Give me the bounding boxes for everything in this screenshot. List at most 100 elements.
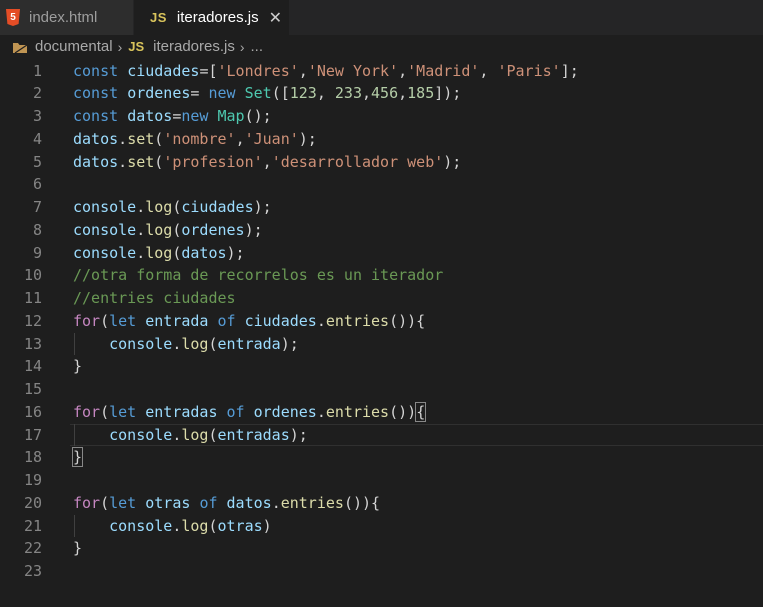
code-text: //otra forma de recorrelos es un iterado…: [73, 264, 443, 287]
code-line[interactable]: 23: [0, 560, 763, 583]
code-token: ciudades: [181, 198, 254, 216]
code-line[interactable]: 2 const ordenes= new Set([123, 233,456,18…: [0, 82, 763, 105]
code-line[interactable]: 12 for(let entrada of ciudades.entries())…: [0, 310, 763, 333]
code-text: datos.set('nombre','Juan');: [73, 128, 317, 151]
breadcrumb-more[interactable]: ...: [251, 38, 264, 55]
line-number: 9: [32, 243, 42, 262]
chevron-right-icon: ›: [239, 38, 245, 55]
code-token: =[: [199, 61, 218, 80]
code-line[interactable]: 20 for(let otras of datos.entries()){: [0, 492, 763, 515]
code-line[interactable]: 18}: [0, 446, 763, 469]
code-line[interactable]: 5 datos.set('profesion','desarrollador we…: [0, 151, 763, 174]
code-token: of: [217, 311, 236, 330]
code-token: 'Madrid': [407, 61, 480, 80]
code-token: 123: [289, 84, 317, 103]
code-line[interactable]: 6: [0, 173, 763, 196]
code-token: entradas: [217, 425, 290, 444]
code-token: log: [145, 198, 173, 216]
code-line[interactable]: 17 console.log(entradas);: [0, 424, 763, 447]
line-number: 6: [32, 175, 42, 194]
code-line[interactable]: 21 console.log(otras): [0, 515, 763, 538]
code-token: for: [73, 493, 101, 512]
code-line[interactable]: 14}: [0, 355, 763, 378]
html5-icon: 5: [6, 9, 20, 26]
code-token: ): [262, 516, 272, 535]
line-number: 1: [32, 61, 42, 80]
code-token: );: [244, 220, 263, 239]
code-token: );: [443, 152, 462, 171]
code-line[interactable]: 3 const datos=new Map();: [0, 105, 763, 128]
code-token: 'Juan': [244, 129, 299, 148]
tab-iteradores-js[interactable]: JS iteradores.js ✕: [134, 0, 289, 35]
code-token: );: [280, 334, 299, 353]
code-token: ];: [560, 61, 579, 80]
code-token: of: [226, 402, 245, 421]
code-token: ,: [262, 152, 272, 171]
code-token: (: [100, 493, 110, 512]
code-line[interactable]: 11 //entries ciudades: [0, 287, 763, 310]
code-line[interactable]: 13 console.log(entrada);: [0, 333, 763, 356]
code-token: const: [73, 84, 119, 103]
code-editor[interactable]: 1 const ciudades=['Londres','New York','M…: [0, 59, 763, 607]
code-token: 'profesion': [163, 152, 263, 171]
code-token: 'Paris': [497, 61, 561, 80]
code-token: (: [154, 129, 164, 148]
tab-index-html[interactable]: 5 index.html: [0, 0, 133, 35]
code-token: .: [118, 129, 128, 148]
code-line[interactable]: 8 console.log(ordenes);: [0, 219, 763, 242]
code-token: //otra forma de recorrelos es un iterado…: [73, 266, 444, 285]
line-number: 23: [23, 562, 42, 580]
line-number: 20: [23, 493, 42, 512]
code-token: 456: [371, 84, 399, 103]
code-token: console: [109, 516, 173, 535]
line-number: 7: [32, 198, 42, 216]
code-line[interactable]: 19: [0, 469, 763, 492]
code-token: ,: [362, 84, 372, 103]
code-text: const datos=new Map();: [73, 105, 272, 128]
code-token: let: [109, 493, 137, 512]
code-token: ,: [298, 61, 308, 80]
line-number: 19: [23, 471, 42, 489]
code-line[interactable]: 4 datos.set('nombre','Juan');: [0, 128, 763, 151]
code-token: log: [181, 516, 209, 535]
code-line[interactable]: 15: [0, 378, 763, 401]
code-line[interactable]: 9 console.log(datos);: [0, 242, 763, 265]
breadcrumb-folder[interactable]: documental: [35, 38, 113, 55]
code-token: );: [253, 198, 272, 216]
code-token: Map: [217, 107, 245, 125]
line-number: 13: [23, 334, 42, 353]
code-token: ciudades: [244, 311, 317, 330]
code-token: of: [199, 493, 218, 512]
code-token: //entries ciudades: [73, 289, 236, 307]
tab-bar: 5 index.html JS iteradores.js ✕: [0, 0, 763, 35]
code-line[interactable]: 7 console.log(ciudades);: [0, 196, 763, 219]
code-token: log: [145, 220, 173, 239]
code-token: const: [73, 61, 119, 80]
code-token: for: [73, 311, 101, 330]
code-line[interactable]: 10 //otra forma de recorrelos es un itera…: [0, 264, 763, 287]
code-line[interactable]: 1 const ciudades=['Londres','New York','M…: [0, 60, 763, 83]
code-token: new: [208, 84, 236, 103]
code-token: ()){: [389, 311, 426, 330]
code-token: );: [289, 425, 308, 444]
close-icon[interactable]: ✕: [269, 8, 282, 28]
code-text: for(let otras of datos.entries()){: [73, 492, 380, 515]
line-number: 16: [23, 402, 42, 421]
code-token: let: [109, 311, 137, 330]
line-number: 18: [23, 448, 42, 467]
code-token: otras: [145, 493, 191, 512]
breadcrumb: documental › JS iteradores.js › ...: [0, 35, 763, 58]
breadcrumb-file[interactable]: iteradores.js: [153, 38, 235, 55]
code-line[interactable]: 22}: [0, 537, 763, 560]
javascript-icon: JS: [128, 39, 145, 54]
code-token: ordenes: [127, 84, 191, 103]
code-token: =: [190, 84, 209, 103]
code-line[interactable]: 16 for(let entradas of ordenes.entries())…: [0, 401, 763, 424]
